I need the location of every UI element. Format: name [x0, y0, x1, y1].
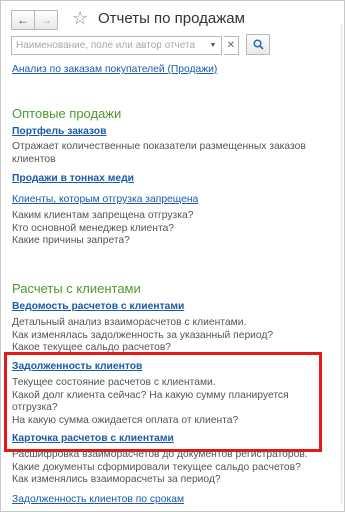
link-debt-by-terms[interactable]: Задолженность клиентов по срокам — [12, 493, 184, 506]
description-line: клиентов — [12, 153, 56, 165]
link-client-debt[interactable]: Задолженность клиентов — [12, 360, 142, 373]
description-line: Кто основной менеджер клиента? — [12, 222, 175, 234]
description-line: На какую сумма ожидается оплата от клиен… — [12, 414, 239, 426]
scrollbar[interactable] — [340, 24, 343, 504]
link-settlements-ledger[interactable]: Ведомость расчетов с клиентами — [12, 300, 184, 313]
description-line: Какой долг клиента сейчас? На какую сумм… — [12, 389, 289, 401]
section-title-wholesale: Оптовые продажи — [12, 106, 122, 121]
description-line: Расшифровка взаиморасчетов до документов… — [12, 449, 308, 460]
description-line: Отражает количественные показатели разме… — [12, 141, 306, 152]
forward-button[interactable]: → — [35, 10, 58, 30]
description-line: Как изменялась задолженность за указанны… — [12, 329, 274, 341]
page-title: Отчеты по продажам — [98, 10, 245, 27]
description-line: отгрузка? — [12, 402, 58, 413]
link-orders-portfolio[interactable]: Портфель заказов — [12, 125, 106, 138]
link-blocked-clients[interactable]: Клиенты, которым отгрузка запрещена — [12, 193, 198, 206]
description-line: Какие причины запрета? — [12, 235, 130, 246]
search-icon — [252, 39, 264, 50]
description-line: Как изменялись взаиморасчеты за период? — [12, 474, 221, 485]
favorite-star-icon[interactable]: ☆ — [72, 9, 88, 27]
search-box: ▼ — [11, 36, 222, 55]
navigation-buttons: ← → — [11, 10, 58, 30]
link-settlements-card[interactable]: Карточка расчетов с клиентами — [12, 432, 174, 445]
description-line: Детальный анализ взаиморасчетов с клиент… — [12, 317, 247, 328]
link-sales-order-analysis[interactable]: Анализ по заказам покупателей (Продажи) — [12, 63, 217, 76]
description-line: Текущее состояние расчетов с клиентами. — [12, 377, 216, 388]
back-button[interactable]: ← — [11, 10, 35, 30]
chevron-down-icon[interactable]: ▼ — [206, 37, 220, 54]
description-line: Какие документы сформировали текущее сал… — [12, 461, 301, 473]
clear-icon[interactable]: ✕ — [224, 36, 239, 55]
link-sales-tons-copper[interactable]: Продажи в тоннах меди — [12, 172, 134, 185]
description-line: Каким клиентам запрещена отгрузка? — [12, 210, 194, 221]
search-input[interactable] — [12, 40, 206, 51]
search-button[interactable] — [246, 34, 270, 55]
arrow-right-icon: → — [40, 13, 52, 27]
section-title-settlements: Расчеты с клиентами — [12, 281, 141, 296]
arrow-left-icon: ← — [17, 13, 29, 27]
